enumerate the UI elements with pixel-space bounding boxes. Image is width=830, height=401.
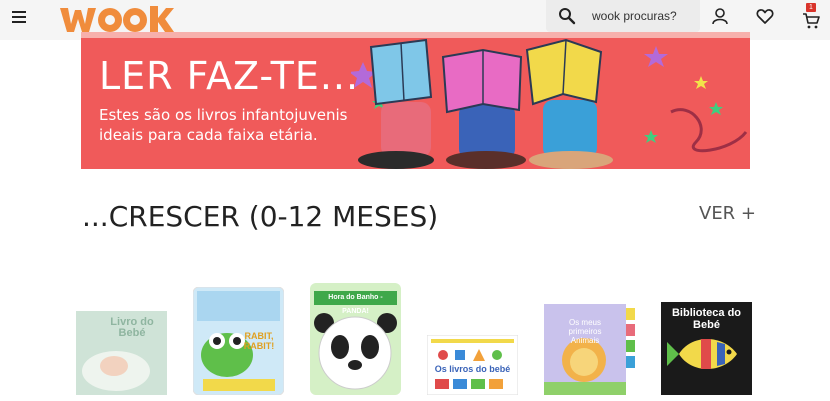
banner-subtitle: Estes são os livros infantojuvenis ideai… — [99, 105, 379, 145]
book-cover-title: Livro do Bebé — [110, 316, 154, 339]
see-more-link[interactable]: VER + — [699, 203, 756, 224]
kids-reading-illustration — [351, 38, 748, 169]
heart-icon[interactable] — [756, 7, 774, 25]
book-card[interactable]: RABIT, RABIT! — [193, 287, 284, 395]
cart-count-badge: 1 — [806, 3, 816, 12]
book-cover-title: Os meus primeiros Animais — [568, 318, 602, 345]
cart-button[interactable]: 1 — [800, 3, 822, 29]
banner-title: LER FAZ-TE... — [99, 54, 360, 98]
book-card[interactable]: Biblioteca do Bebé — [661, 302, 752, 395]
menu-icon[interactable] — [12, 11, 26, 25]
banner-subtitle-line1: Estes são os livros infantojuvenis — [99, 106, 348, 124]
book-cover-title: RABIT, RABIT! — [243, 331, 275, 351]
book-cover-title: Os livros do bebé — [434, 364, 511, 374]
search-icon[interactable] — [558, 7, 576, 25]
book-cover — [544, 304, 635, 395]
book-cover-title: Hora do Banho - PANDA! — [328, 294, 383, 315]
section-title: ...CRESCER (0-12 MESES) — [82, 200, 439, 233]
book-cover-title: Biblioteca do Bebé — [671, 307, 742, 331]
cart-icon — [803, 13, 820, 29]
book-card[interactable]: Livro do Bebé — [76, 311, 167, 395]
promo-banner[interactable]: LER FAZ-TE... Estes são os livros infant… — [81, 32, 750, 169]
banner-subtitle-line2: ideais para cada faixa etária. — [99, 126, 318, 144]
book-card[interactable]: Os livros do bebé — [427, 335, 518, 395]
book-card[interactable]: Os meus primeiros Animais — [544, 298, 635, 395]
book-card[interactable]: Hora do Banho - PANDA! — [310, 283, 401, 395]
user-icon[interactable] — [711, 7, 729, 25]
search-input[interactable] — [592, 6, 692, 26]
